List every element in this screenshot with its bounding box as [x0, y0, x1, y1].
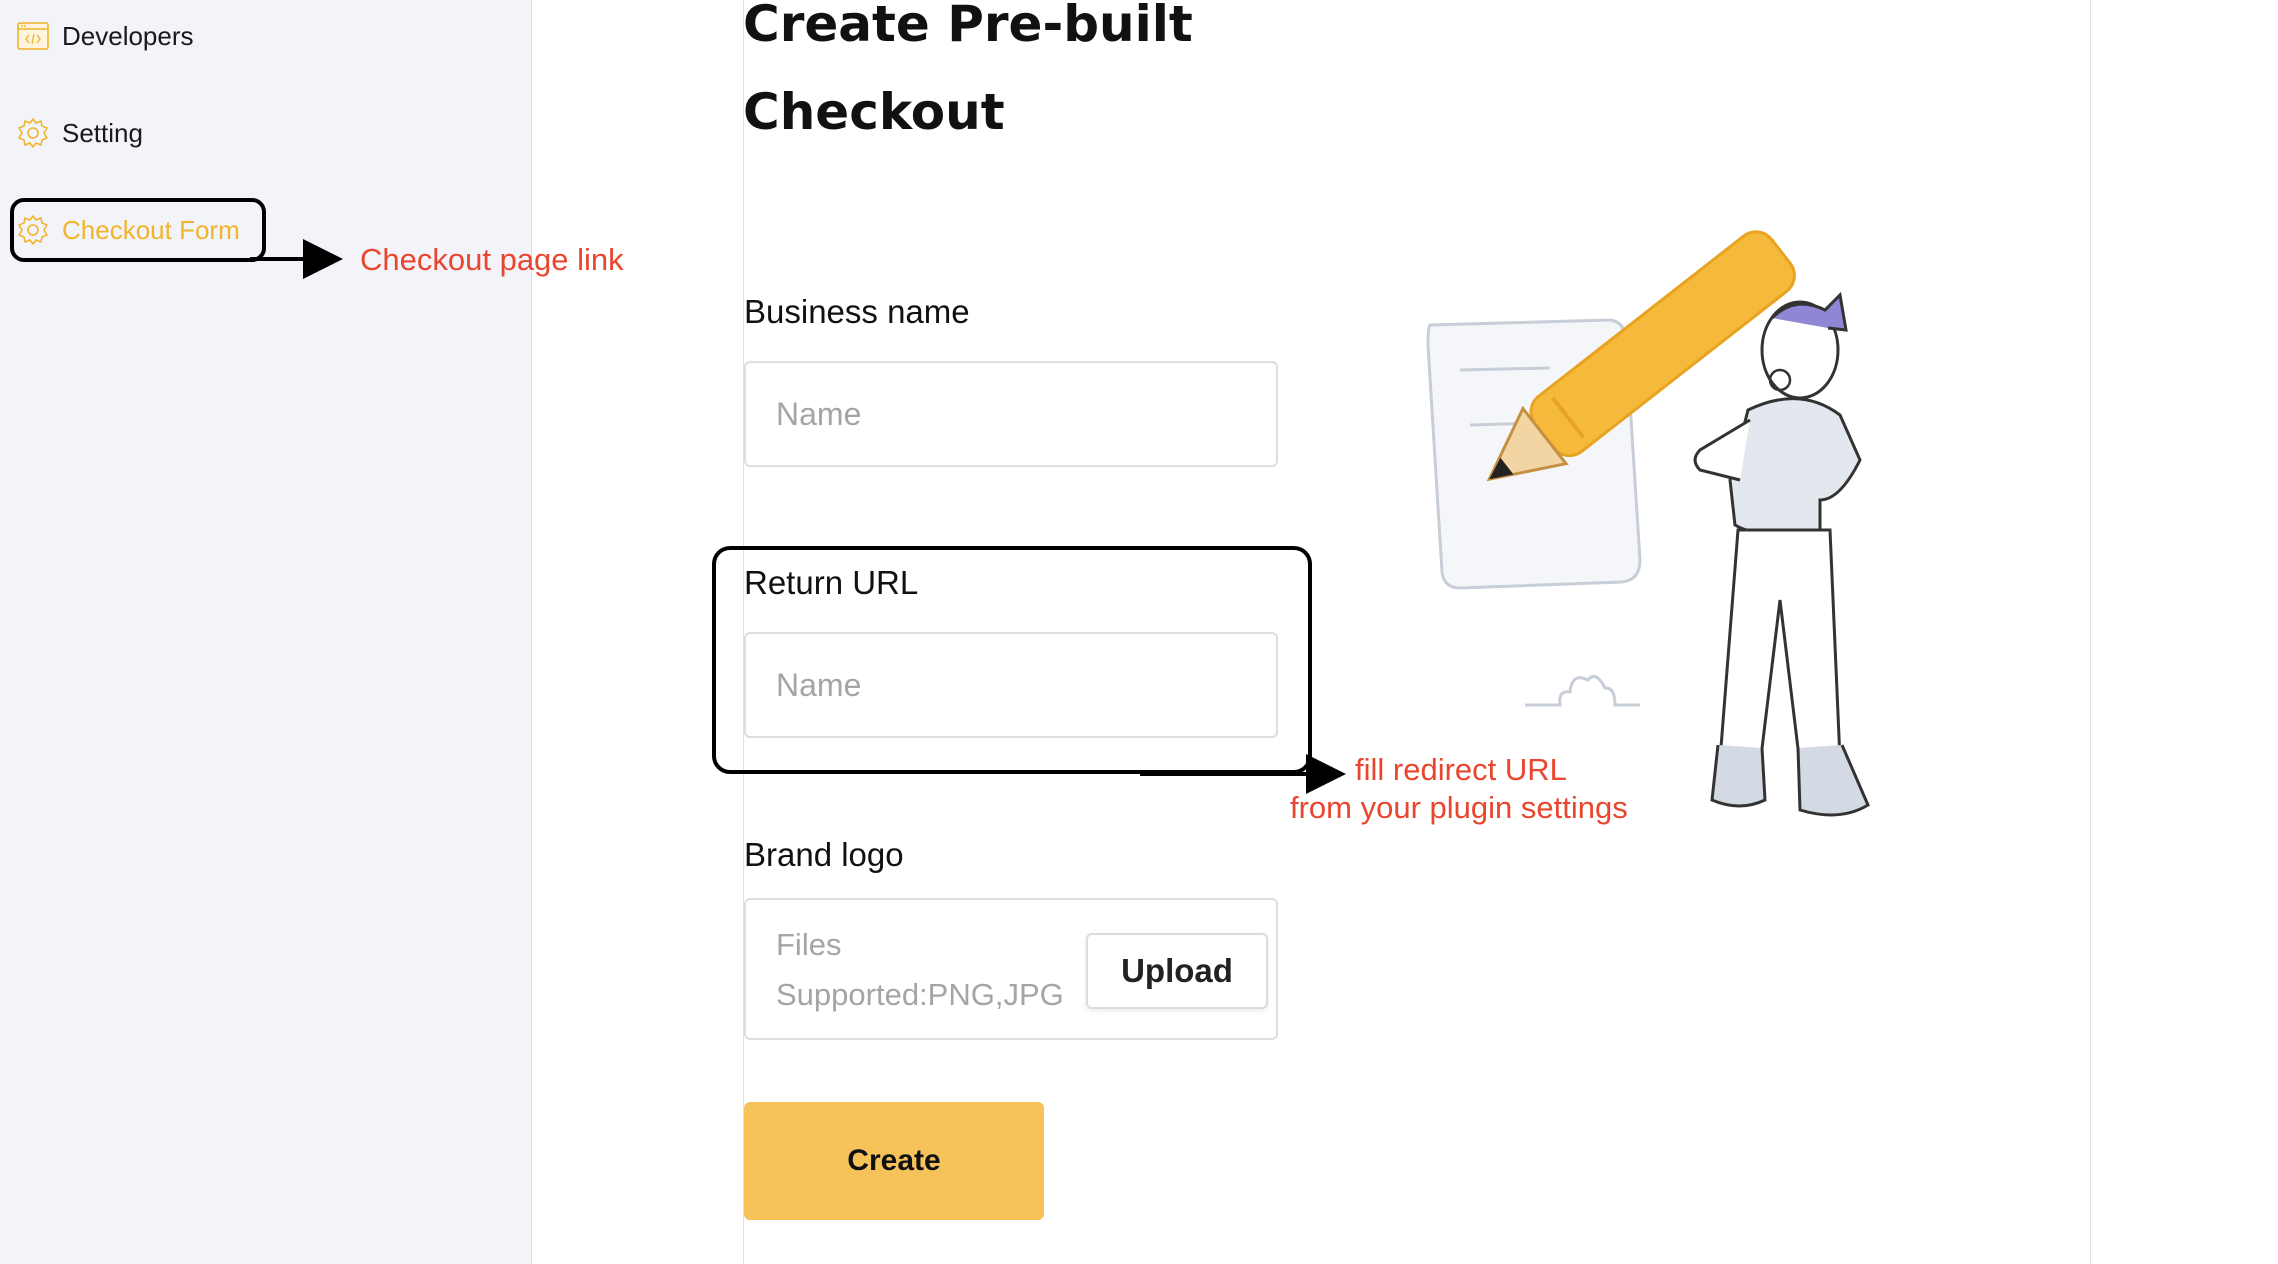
business-name-label: Business name [744, 293, 970, 330]
business-name-input[interactable] [744, 361, 1278, 467]
sidebar-item-developers[interactable]: Developers [16, 11, 194, 61]
content-right-border [2090, 0, 2091, 1264]
annotation-redirect-line2: from your plugin settings [1290, 790, 1628, 825]
return-url-input[interactable] [744, 632, 1278, 738]
page-title: Create Pre-built Checkout [743, 0, 1343, 156]
sidebar-item-label: Setting [62, 117, 143, 148]
annotation-checkout-page-link: Checkout page link [360, 242, 624, 277]
sidebar: Developers Setting Checkout Form [0, 0, 532, 1264]
brand-logo-label: Brand logo [744, 836, 904, 873]
return-url-label: Return URL [744, 564, 919, 601]
sidebar-item-setting[interactable]: Setting [16, 108, 143, 158]
gear-icon [16, 116, 50, 150]
brand-logo-file-input[interactable]: Files Supported:PNG,JPG Upload [744, 898, 1278, 1040]
file-hint-line2: Supported:PNG,JPG [776, 977, 1064, 1012]
sidebar-item-label: Checkout Form [62, 214, 240, 245]
create-button[interactable]: Create [744, 1102, 1044, 1220]
page-title-line1: Create Pre-built [743, 0, 1193, 53]
file-hint: Files Supported:PNG,JPG [776, 920, 1076, 1020]
code-window-icon [16, 19, 50, 53]
page-title-line2: Checkout [743, 83, 1005, 141]
annotation-redirect-line1: fill redirect URL [1355, 752, 1567, 787]
gear-icon [16, 213, 50, 247]
content-left-border [743, 0, 744, 1264]
sidebar-item-label: Developers [62, 20, 194, 51]
file-hint-line1: Files [776, 927, 842, 962]
sidebar-item-checkout-form[interactable]: Checkout Form [16, 205, 240, 255]
upload-button[interactable]: Upload [1086, 933, 1268, 1009]
